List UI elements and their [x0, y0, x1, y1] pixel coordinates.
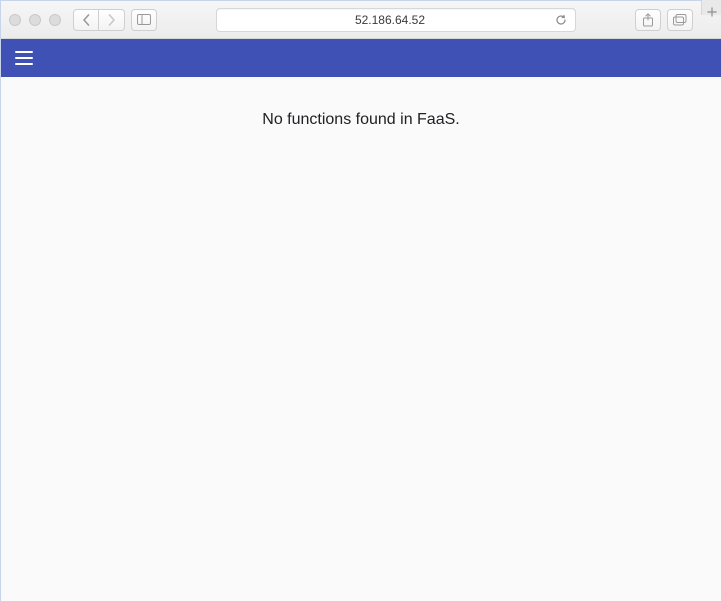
share-button[interactable]	[635, 9, 661, 31]
tabs-icon	[673, 14, 687, 26]
reload-icon	[555, 14, 567, 26]
maximize-window-button[interactable]	[49, 14, 61, 26]
new-tab-button[interactable]	[701, 0, 721, 15]
share-icon	[642, 13, 654, 27]
browser-toolbar: 52.186.64.52	[1, 1, 721, 39]
close-window-button[interactable]	[9, 14, 21, 26]
address-text[interactable]: 52.186.64.52	[225, 13, 555, 27]
main-content: No functions found in FaaS.	[1, 77, 721, 601]
minimize-window-button[interactable]	[29, 14, 41, 26]
address-bar[interactable]: 52.186.64.52	[216, 8, 576, 32]
back-button[interactable]	[73, 9, 99, 31]
menu-button[interactable]	[15, 46, 39, 70]
app-header	[1, 39, 721, 77]
right-toolbar	[635, 9, 693, 31]
hamburger-icon	[15, 51, 33, 53]
chevron-left-icon	[82, 14, 91, 26]
empty-state-message: No functions found in FaaS.	[262, 111, 459, 601]
window-controls	[9, 14, 61, 26]
tabs-button[interactable]	[667, 9, 693, 31]
sidebar-icon	[137, 14, 151, 25]
forward-button[interactable]	[99, 9, 125, 31]
nav-buttons	[73, 9, 125, 31]
reload-button[interactable]	[555, 14, 567, 26]
plus-icon	[707, 7, 717, 17]
chevron-right-icon	[107, 14, 116, 26]
sidebar-toggle-button[interactable]	[131, 9, 157, 31]
address-bar-container: 52.186.64.52	[163, 8, 629, 32]
